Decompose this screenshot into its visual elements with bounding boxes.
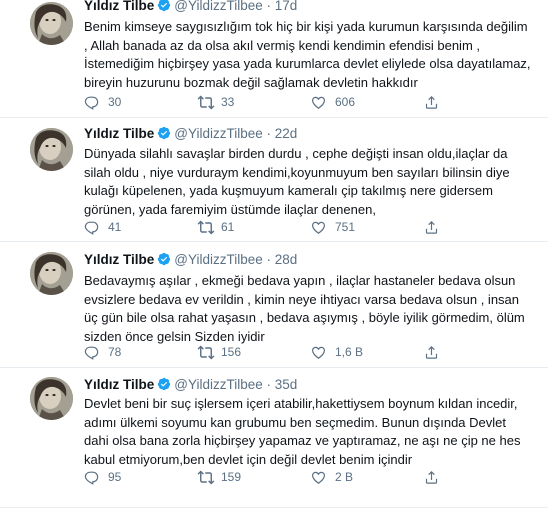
tweet-actions: 41 61 751 [84,219,524,235]
tweet-text-line: adımı ülkemi soyumu kan grubumu ben seçm… [84,414,506,430]
retweet-count: 61 [221,220,235,234]
author-handle[interactable]: @YildizzTilbee [174,377,262,392]
separator-dot: · [266,252,272,267]
tweet-text-line: dahi olsa bana zorla hiçbirşey yapamaz v… [84,433,521,449]
tweet-timestamp[interactable]: 35d [275,377,298,392]
tweet-text-line: silah oldu , niye vurduraym kendimi,koyu… [84,164,510,180]
like-count: 2 B [335,470,354,484]
author-name[interactable]: Yıldız Tilbe [84,126,154,141]
tweet-text: Bedavaymış aşılar , ekmeği bedava yapın … [84,272,539,346]
tweet-text-line: Bedavaymış aşılar , ekmeği bedava yapın … [84,273,516,288]
like-count: 751 [335,220,356,234]
author-handle[interactable]: @YildizzTilbee [174,0,262,13]
tweet-text-line: bireyin huzurunu bozmak değil sağlamak d… [84,74,418,90]
like-button[interactable]: 606 [311,94,381,110]
verified-badge-icon [157,126,171,145]
reply-button[interactable]: 78 [84,344,144,360]
tweet-text-line: kulağı küpelenen, yada kuşmuyum kameralı… [84,183,493,199]
avatar[interactable] [30,128,73,171]
retweet-button[interactable]: 33 [197,94,267,110]
verified-badge-icon [157,377,171,396]
author-handle[interactable]: @YildizzTilbee [174,252,262,267]
tweet[interactable]: Yıldız Tilbe @YildizzTilbee · 17d Benim ki… [0,0,548,118]
reply-button[interactable]: 30 [84,94,144,110]
tweet-text-line: üç gün bile olsa rahat yaşasın , bedava … [84,310,525,326]
tweet-text-line: Dünyada silahlı savaşlar birden durdu , … [84,146,508,161]
retweet-button[interactable]: 61 [197,219,267,235]
tweet-actions: 78 156 1,6 B [84,344,524,360]
tweet-header: Yıldız Tilbe @YildizzTilbee · 35d [84,376,297,394]
tweet-timestamp[interactable]: 17d [275,0,298,13]
tweet-text: Devlet beni bir suç işlersem içeri atabi… [84,395,539,469]
reply-count: 41 [108,220,122,234]
tweet-actions: 30 33 606 [84,94,524,110]
like-button[interactable]: 2 B [311,469,381,485]
tweet-text: Benim kimseye saygısızlığım tok hiç bir … [84,18,539,92]
tweet-text: Dünyada silahlı savaşlar birden durdu , … [84,145,539,219]
avatar[interactable] [30,377,73,420]
verified-badge-icon [157,0,171,17]
like-button[interactable]: 751 [311,219,381,235]
tweet-timestamp[interactable]: 22d [275,126,298,141]
tweet-header: Yıldız Tilbe @YildizzTilbee · 22d [84,125,297,143]
separator-dot: · [266,377,272,392]
tweet[interactable]: Yıldız Tilbe @YildizzTilbee · 28d Bedavaym… [0,242,548,368]
reply-count: 95 [108,470,122,484]
share-button[interactable] [424,344,444,360]
tweet-actions: 95 159 2 B [84,469,524,485]
tweet[interactable]: Yıldız Tilbe @YildizzTilbee · 35d Devlet b… [0,368,548,508]
retweet-count: 159 [221,470,242,484]
retweet-count: 33 [221,95,235,109]
author-name[interactable]: Yıldız Tilbe [84,252,154,267]
tweet-text-line: Benim kimseye saygısızlığım tok hiç bir … [84,19,528,34]
avatar[interactable] [30,252,73,295]
reply-count: 30 [108,95,122,109]
tweet-text-line: İstemediğim hiçbirşey yasa yada kurumlar… [84,56,531,72]
tweet-feed: Yıldız Tilbe @YildizzTilbee · 17d Benim ki… [0,0,548,508]
separator-dot: · [266,0,272,13]
retweet-count: 156 [221,345,242,359]
reply-count: 78 [108,345,122,359]
share-button[interactable] [424,94,444,110]
retweet-button[interactable]: 159 [197,469,267,485]
retweet-button[interactable]: 156 [197,344,267,360]
tweet-text-line: evsizlere bedava ev verildin , kimin ney… [84,291,520,307]
author-name[interactable]: Yıldız Tilbe [84,377,154,392]
tweet-header: Yıldız Tilbe @YildizzTilbee · 17d [84,0,297,15]
verified-badge-icon [157,252,171,271]
tweet-text-line: kabul etmiyorum,ben devlet için değil de… [84,451,413,467]
author-name[interactable]: Yıldız Tilbe [84,0,154,13]
like-button[interactable]: 1,6 B [311,344,381,360]
share-button[interactable] [424,469,444,485]
tweet-text-line: , Allah banada az da olsa akıl vermiş ke… [84,37,480,53]
avatar[interactable] [30,2,73,45]
like-count: 1,6 B [335,345,364,359]
tweet-text-line: Devlet beni bir suç işlersem içeri atabi… [84,396,518,411]
tweet-timestamp[interactable]: 28d [275,252,298,267]
tweet[interactable]: Yıldız Tilbe @YildizzTilbee · 22d Dünyada … [0,118,548,242]
separator-dot: · [266,126,272,141]
like-count: 606 [335,95,356,109]
author-handle[interactable]: @YildizzTilbee [174,126,262,141]
reply-button[interactable]: 41 [84,219,144,235]
tweet-text-line: görünen, yada faremiyim üstümde ilaçlar … [84,201,376,217]
tweet-header: Yıldız Tilbe @YildizzTilbee · 28d [84,251,297,269]
share-button[interactable] [424,219,444,235]
reply-button[interactable]: 95 [84,469,144,485]
